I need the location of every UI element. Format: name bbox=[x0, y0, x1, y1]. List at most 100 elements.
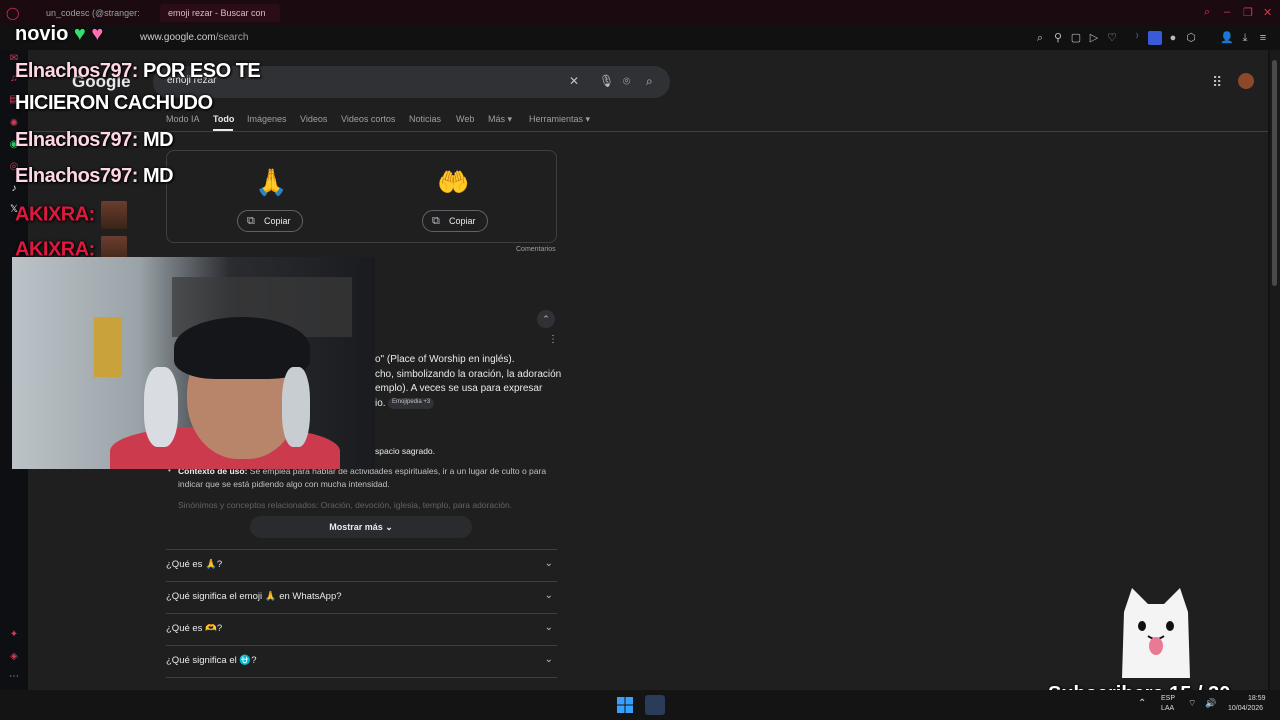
sacred-line: spacio sagrado. bbox=[375, 446, 436, 456]
tab-herramientas-label: Herramientas bbox=[529, 114, 584, 124]
chevron-down-icon: ⌄ bbox=[544, 654, 553, 665]
faq-item-5[interactable] bbox=[166, 677, 557, 690]
language-top[interactable]: ESP bbox=[1161, 695, 1175, 702]
search-tabs-icon[interactable]: ⌕ bbox=[1204, 6, 1210, 19]
url-text[interactable]: www.google.com/search bbox=[140, 32, 248, 43]
url-path: /search bbox=[215, 32, 249, 43]
webcam-overlay bbox=[12, 257, 375, 469]
download-icon[interactable]: ⤓ bbox=[1238, 31, 1252, 45]
chat-message-1: Elnachos797: POR ESO TE bbox=[15, 60, 261, 83]
chat-user: Elnachos797: bbox=[15, 165, 138, 187]
wifi-tray-icon[interactable]: ⌔ bbox=[1188, 698, 1196, 709]
url-host: www.google.com bbox=[140, 32, 216, 43]
tab-google-search[interactable]: emoji rezar - Buscar con bbox=[160, 4, 280, 22]
language-bottom[interactable]: LAA bbox=[1161, 705, 1174, 712]
copy-icon: ⧉ bbox=[432, 215, 440, 227]
tab-noticias[interactable]: Noticias bbox=[409, 114, 441, 124]
windows-start-icon[interactable] bbox=[617, 697, 633, 713]
copy-icon: ⧉ bbox=[247, 215, 255, 227]
chevron-up-icon[interactable]: ⌃ bbox=[537, 310, 555, 328]
tray-chevron-icon[interactable]: ⌃ bbox=[1138, 698, 1146, 709]
chat-text: HICIERON CACHUDO bbox=[15, 92, 213, 114]
headset-icon bbox=[144, 367, 178, 447]
screenshot-icon[interactable]: ▢ bbox=[1069, 31, 1083, 45]
sidebar-twitch-icon[interactable]: ✦ bbox=[7, 628, 21, 642]
tab-stranger[interactable]: un_codesc (@stranger: bbox=[38, 4, 148, 22]
chat-text: POR ESO TE bbox=[143, 60, 261, 82]
sidebar-gx-icon[interactable]: ◈ bbox=[7, 650, 21, 664]
faq-question: ¿Qué significa el ⛎? bbox=[166, 655, 257, 666]
clear-icon[interactable]: ✕ bbox=[569, 74, 579, 88]
taskbar-app-icon[interactable] bbox=[645, 695, 665, 715]
pin-icon[interactable]: ⚲ bbox=[1051, 31, 1065, 45]
show-more-button[interactable]: Mostrar más ⌄ bbox=[250, 516, 472, 538]
chevron-down-icon: ⌄ bbox=[544, 558, 553, 569]
sidebar-more-icon[interactable]: ⋯ bbox=[7, 670, 21, 684]
extension-icon[interactable] bbox=[1148, 31, 1162, 45]
chat-user: Elnachos797: bbox=[15, 129, 138, 151]
faq-item-3[interactable]: ¿Qué es 🫶? ⌄ bbox=[166, 613, 557, 645]
answer-line-2: cho, simbolizando la oración, la adoraci… bbox=[375, 369, 562, 380]
novio-label: novio bbox=[15, 23, 69, 45]
zoom-icon[interactable]: ⌕ bbox=[1033, 31, 1047, 45]
emoji-card: 🙏 🤲 ⧉ Copiar ⧉ Copiar bbox=[166, 150, 557, 243]
chevron-down-icon: ⌄ bbox=[544, 622, 553, 633]
maximize-icon[interactable]: ❐ bbox=[1243, 6, 1253, 19]
page-scrollbar[interactable] bbox=[1270, 50, 1280, 690]
tab-imagenes[interactable]: Imágenes bbox=[247, 114, 287, 124]
more-options-icon[interactable]: ⋮ bbox=[548, 334, 558, 345]
faq-question: ¿Qué significa el emoji 🙏 en WhatsApp? bbox=[166, 591, 342, 602]
minimize-icon[interactable]: – bbox=[1224, 6, 1230, 18]
answer-line-1: o" (Place of Worship en inglés). bbox=[375, 354, 515, 365]
heart-icon[interactable]: ♡ bbox=[1105, 31, 1119, 45]
microphone-icon[interactable]: 🎙 bbox=[599, 74, 614, 88]
volume-icon[interactable]: 🔊 bbox=[1205, 698, 1216, 709]
answer-line-3: emplo). A veces se usa para expresar bbox=[375, 383, 543, 394]
tab-herramientas[interactable]: Herramientas ▾ bbox=[529, 114, 590, 125]
feedback-link[interactable]: Comentarios bbox=[516, 246, 556, 253]
search-icon[interactable]: ⌕ bbox=[646, 74, 653, 89]
tab-web[interactable]: Web bbox=[456, 114, 474, 124]
menu-icon[interactable]: ≡ bbox=[1256, 31, 1270, 45]
tab-mas[interactable]: Más ▾ bbox=[488, 114, 512, 125]
answer-line-4: io. bbox=[375, 398, 386, 409]
copy-label: Copiar bbox=[449, 216, 476, 226]
extension-circle-icon[interactable]: ● bbox=[1166, 31, 1180, 45]
copy-button-1[interactable]: ⧉ Copiar bbox=[237, 210, 303, 232]
overlay-novio: novio ♥ ♥ bbox=[15, 23, 103, 46]
tab-videos-cortos[interactable]: Videos cortos bbox=[341, 114, 395, 124]
pink-heart-icon: ♥ bbox=[91, 23, 104, 45]
tab-todo[interactable]: Todo bbox=[213, 114, 234, 124]
browser-logo-icon[interactable]: ◯ bbox=[6, 6, 19, 20]
browser-tab-bar: ◯ un_codesc (@stranger: emoji rezar - Bu… bbox=[0, 0, 1280, 26]
emoji-pray: 🙏 bbox=[255, 167, 288, 197]
close-icon[interactable]: ✕ bbox=[1263, 6, 1272, 19]
faq-item-1[interactable]: ¿Qué es 🙏? ⌄ bbox=[166, 549, 557, 581]
faq-question: ¿Qué es 🫶? bbox=[166, 623, 223, 634]
source-chip[interactable]: Emojipedia +3 bbox=[388, 398, 435, 409]
tab-modo-ia[interactable]: Modo IA bbox=[166, 114, 200, 124]
faq-item-4[interactable]: ¿Qué significa el ⛎? ⌄ bbox=[166, 645, 557, 677]
copy-button-2[interactable]: ⧉ Copiar bbox=[422, 210, 488, 232]
divider bbox=[28, 131, 1268, 132]
apps-grid-icon[interactable]: ⠿ bbox=[1212, 74, 1222, 91]
scroll-thumb[interactable] bbox=[1272, 60, 1277, 286]
clock-time[interactable]: 18:59 bbox=[1248, 695, 1266, 702]
faq-question: ¿Qué es 🙏? bbox=[166, 559, 223, 570]
copy-label: Copiar bbox=[264, 216, 291, 226]
profile-icon[interactable]: 👤 bbox=[1220, 31, 1234, 45]
puzzle-icon[interactable]: ⬡ bbox=[1184, 31, 1198, 45]
chevron-down-icon: ▾ bbox=[585, 114, 591, 124]
play-icon[interactable]: ▷ bbox=[1087, 31, 1101, 45]
faq-item-2[interactable]: ¿Qué significa el emoji 🙏 en WhatsApp? ⌄ bbox=[166, 581, 557, 613]
clock-date[interactable]: 10/04/2026 bbox=[1228, 705, 1263, 712]
tab-videos[interactable]: Videos bbox=[300, 114, 327, 124]
cat-mascot-icon bbox=[1122, 588, 1190, 678]
chat-user: Elnachos797: bbox=[15, 60, 138, 82]
avatar[interactable] bbox=[1238, 73, 1254, 89]
faded-text: Sinónimos y conceptos relacionados: Orac… bbox=[178, 500, 513, 510]
lens-icon[interactable]: ⌾ bbox=[623, 74, 630, 89]
chat-message-2: Elnachos797: MD bbox=[15, 129, 174, 152]
chevron-down-icon: ⌄ bbox=[544, 590, 553, 601]
wifi-icon[interactable]: ⁾ bbox=[1130, 31, 1144, 45]
